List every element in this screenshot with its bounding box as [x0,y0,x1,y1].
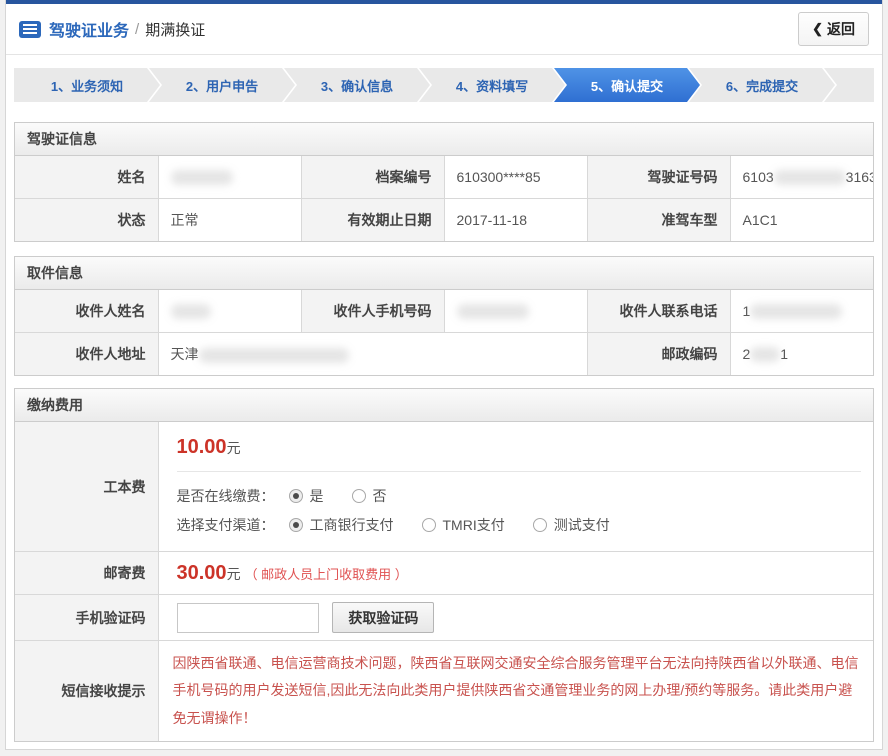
step-4-tab[interactable]: 4、资料填写 [419,68,565,102]
pay-channel-row: 选择支付渠道： 工商银行支付 TMRI支付 测试支付 [177,515,862,535]
channel-option-tmri[interactable]: TMRI支付 [422,515,505,535]
step-navigation: 1、业务须知 2、用户申告 3、确认信息 4、资料填写 5、确认提交 6、完成提… [14,68,874,102]
postcode-label: 邮政编码 [587,333,730,376]
redacted-phone [750,304,842,319]
step-6-tab[interactable]: 6、完成提交 [689,68,835,102]
mail-fee-label: 邮寄费 [15,552,158,595]
payment-table: 工本费 10.00元 是否在线缴费： 是 否 选择支付渠道： 工商银行支付 TM… [15,422,873,741]
table-row: 收件人姓名 收件人手机号码 收件人联系电话 1 [15,290,873,333]
mail-fee-unit: 元 [227,566,241,582]
online-pay-question: 是否在线缴费： [177,486,275,506]
name-label: 姓名 [15,156,158,199]
radio-unselected-icon[interactable] [533,518,547,532]
page-title: 驾驶证业务 [49,17,129,41]
sms-notice-label: 短信接收提示 [15,641,158,741]
chevron-left-icon: ❮ [812,21,823,37]
step-5-tab-active[interactable]: 5、确认提交 [554,68,700,102]
radio-selected-icon[interactable] [289,489,303,503]
pickup-info-table: 收件人姓名 收件人手机号码 收件人联系电话 1 收件人地址 天津 邮政编码 21 [15,290,873,375]
redacted-mobile [457,304,529,319]
table-row: 状态 正常 有效期止日期 2017-11-18 准驾车型 A1C1 [15,199,873,242]
online-pay-row: 是否在线缴费： 是 否 [177,486,862,506]
online-pay-option-no[interactable]: 否 [352,486,387,506]
radio-selected-icon[interactable] [289,518,303,532]
vehicle-type-label: 准驾车型 [587,199,730,242]
redacted-name [171,170,233,185]
status-label: 状态 [15,199,158,242]
back-button-label: 返回 [827,19,855,39]
online-pay-option-yes[interactable]: 是 [289,486,324,506]
file-no-label: 档案编号 [301,156,444,199]
mail-fee-note: （ 邮政人员上门收取费用 ） [245,567,408,582]
get-captcha-button[interactable]: 获取验证码 [332,602,434,633]
license-info-section: 驾驶证信息 姓名 档案编号 610300****85 驾驶证号码 6103316… [14,122,874,242]
recipient-mobile-label: 收件人手机号码 [301,290,444,333]
mail-fee-cell: 30.00元 （ 邮政人员上门收取费用 ） [158,552,873,595]
license-section-title: 驾驶证信息 [15,123,873,156]
radio-unselected-icon[interactable] [422,518,436,532]
captcha-cell: 获取验证码 [158,595,873,641]
table-row: 短信接收提示 因陕西省联通、电信运营商技术问题，陕西省互联网交通安全综合服务管理… [15,641,873,741]
divider [177,471,862,472]
channel-option-test[interactable]: 测试支付 [533,515,610,535]
table-row: 收件人地址 天津 邮政编码 21 [15,333,873,376]
mail-fee-amount: 30.00 [177,562,227,584]
work-fee-unit: 元 [227,440,241,456]
license-no-value: 61033163X [730,156,873,199]
pickup-info-section: 取件信息 收件人姓名 收件人手机号码 收件人联系电话 1 收件人地址 天津 邮政… [14,256,874,376]
recipient-name-value [158,290,301,333]
redacted-postcode [750,347,780,362]
table-row: 工本费 10.00元 是否在线缴费： 是 否 选择支付渠道： 工商银行支付 TM… [15,422,873,552]
recipient-phone-value: 1 [730,290,873,333]
breadcrumb-current: 期满换证 [145,19,205,40]
vehicle-type-value: A1C1 [730,199,873,242]
recipient-mobile-value [444,290,587,333]
recipient-address-label: 收件人地址 [15,333,158,376]
table-row: 姓名 档案编号 610300****85 驾驶证号码 61033163X [15,156,873,199]
license-no-label: 驾驶证号码 [587,156,730,199]
recipient-name-label: 收件人姓名 [15,290,158,333]
status-value: 正常 [158,199,301,242]
file-no-value: 610300****85 [444,156,587,199]
pay-channel-question: 选择支付渠道： [177,515,275,535]
postcode-value: 21 [730,333,873,376]
breadcrumb-separator: / [135,21,139,38]
step-3-tab[interactable]: 3、确认信息 [284,68,430,102]
redacted-license-no [774,170,846,185]
table-row: 邮寄费 30.00元 （ 邮政人员上门收取费用 ） [15,552,873,595]
work-fee-amount-line: 10.00元 [177,436,862,459]
list-icon [19,21,41,38]
captcha-input[interactable] [177,603,319,633]
back-button[interactable]: ❮ 返回 [798,12,869,46]
table-row: 手机验证码 获取验证码 [15,595,873,641]
work-fee-cell: 10.00元 是否在线缴费： 是 否 选择支付渠道： 工商银行支付 TMRI支付… [158,422,873,552]
page-header: 驾驶证业务 / 期满换证 ❮ 返回 [6,4,882,55]
main-panel: 驾驶证业务 / 期满换证 ❮ 返回 1、业务须知 2、用户申告 3、确认信息 4… [5,0,883,750]
redacted-recipient-name [171,304,211,319]
channel-option-icbc[interactable]: 工商银行支付 [289,515,394,535]
radio-unselected-icon[interactable] [352,489,366,503]
sms-notice-cell: 因陕西省联通、电信运营商技术问题，陕西省互联网交通安全综合服务管理平台无法向持陕… [158,641,873,741]
expiry-value: 2017-11-18 [444,199,587,242]
redacted-address [199,348,349,363]
name-value [158,156,301,199]
payment-section: 缴纳费用 工本费 10.00元 是否在线缴费： 是 否 选择支付渠道： [14,388,874,742]
payment-section-title: 缴纳费用 [15,389,873,422]
expiry-label: 有效期止日期 [301,199,444,242]
captcha-label: 手机验证码 [15,595,158,641]
pickup-section-title: 取件信息 [15,257,873,290]
license-info-table: 姓名 档案编号 610300****85 驾驶证号码 61033163X 状态 … [15,156,873,241]
work-fee-label: 工本费 [15,422,158,552]
step-1-tab[interactable]: 1、业务须知 [14,68,160,102]
sms-notice-text: 因陕西省联通、电信运营商技术问题，陕西省互联网交通安全综合服务管理平台无法向持陕… [173,650,860,732]
work-fee-amount: 10.00 [177,436,227,458]
step-2-tab[interactable]: 2、用户申告 [149,68,295,102]
recipient-address-value: 天津 [158,333,587,376]
recipient-phone-label: 收件人联系电话 [587,290,730,333]
